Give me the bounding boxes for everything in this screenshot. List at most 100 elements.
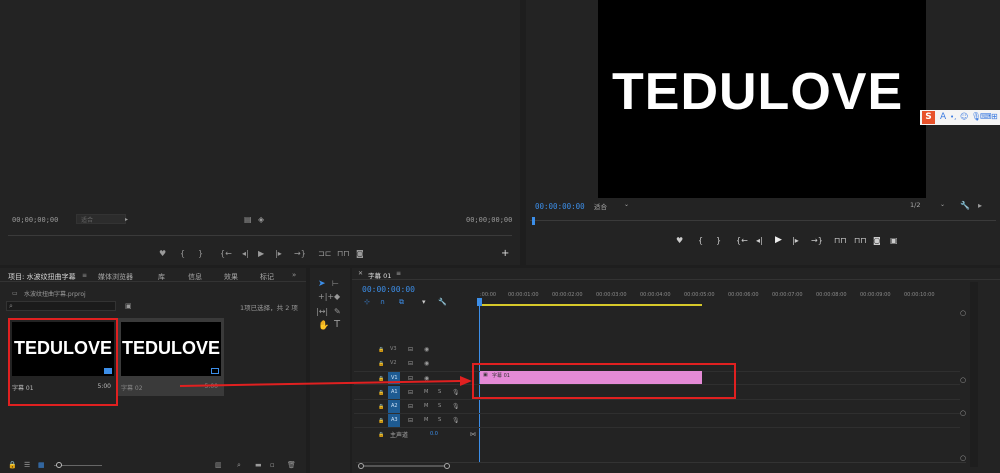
hand-tool-icon[interactable]: ✋ [318,322,329,331]
tab-sequence[interactable]: 字幕 01 [368,270,391,280]
track-solo-button[interactable]: S [438,389,441,395]
project-automate-icon[interactable]: ▥ [215,461,222,469]
track-lock-icon[interactable]: 🔒 [378,375,384,383]
track-eye-icon[interactable]: ◉ [424,346,429,354]
track-mute-button[interactable]: M [424,417,428,423]
ime-logo[interactable]: S [922,111,935,124]
project-item-2[interactable]: TEDULOVE 字幕 02 5:00 [118,318,224,396]
timeline-snap-icon[interactable]: ∩ [380,298,385,306]
timeline-scroll-bar[interactable] [364,465,444,467]
program-playhead[interactable] [532,217,535,225]
track-a3[interactable]: 🔒 A3 ⊟ M S 🎙 [354,414,960,428]
track-lock-icon[interactable]: 🔒 [378,403,384,411]
track-mic-icon[interactable]: 🎙 [452,403,460,411]
source-timecode-left[interactable]: 00;00;00;00 [12,216,58,224]
track-solo-button[interactable]: S [438,403,441,409]
program-go-to-out-icon[interactable]: →} [811,237,823,245]
track-master[interactable]: 🔒 主声道 0.0 ⋈ [354,428,960,442]
project-lock-icon[interactable]: 🔒 [8,461,17,469]
project-delete-icon[interactable]: 🗑 [287,461,296,469]
source-scrubber[interactable] [8,232,512,236]
source-go-to-out-icon[interactable]: →} [294,250,306,258]
tab-media-browser[interactable]: 媒体浏览器 [98,272,133,282]
project-new-bin-icon[interactable]: ▣ [125,302,132,310]
project-new-item-icon[interactable]: ▫ [270,461,275,469]
tab-info[interactable]: 信息 [188,272,202,282]
timeline-close-icon[interactable]: ✕ [358,270,363,277]
program-timecode[interactable]: 00:00:00:00 [535,202,585,211]
track-v3[interactable]: 🔒 V3 ⊟ ◉ [354,343,960,357]
source-insert-icon[interactable]: ⊐⊏ [318,250,331,258]
timeline-scroll-right-handle[interactable] [444,463,450,469]
program-scrubber[interactable] [530,217,996,230]
source-add-button-icon[interactable]: + [501,249,509,259]
master-track-jump-icon[interactable]: ⋈ [470,431,476,439]
source-export-frame-icon[interactable]: ◙ [356,250,364,258]
track-solo-button[interactable]: S [438,417,441,423]
ime-punct-icon[interactable]: •, [950,113,956,121]
program-marker-icon[interactable]: ♥ [676,237,683,245]
ime-grid-icon[interactable]: ⊞ [991,112,998,121]
track-mic-icon[interactable]: 🎙 [452,417,460,425]
timeline-playhead-handle[interactable] [477,298,482,306]
source-step-back-icon[interactable]: ◂| [242,250,249,258]
program-fit-dropdown[interactable]: 适合 ⌄ [594,201,636,211]
project-new-bin-bottom-icon[interactable]: ▬ [255,461,262,469]
timeline-add-marker-icon[interactable]: ▾ [422,298,426,306]
program-extract-icon[interactable]: ⊓⊓ [854,237,866,245]
timeline-settings-icon[interactable]: 🔧 [438,298,447,306]
track-eye-icon[interactable]: ◉ [424,360,429,368]
track-lock-icon[interactable]: 🔒 [378,360,384,368]
timeline-vscroll-foot-handle[interactable]: ○ [960,454,966,462]
project-tabs-overflow-icon[interactable]: » [292,271,296,279]
project-list-view-icon[interactable]: ☰ [24,461,30,469]
project-zoom-slider-handle[interactable] [56,462,62,468]
track-sync-icon[interactable]: ⊟ [408,389,413,397]
type-tool-icon[interactable]: T [334,320,340,330]
timeline-ruler[interactable]: :00:00 00:00:01:00 00:00:02:00 00:00:03:… [478,290,968,308]
program-out-point-icon[interactable]: } [716,237,721,245]
master-track-volume[interactable]: 0.0 [430,431,438,437]
project-search-input[interactable]: ⌕ [6,301,116,311]
timeline-nest-icon[interactable]: ⊹ [364,298,370,306]
program-compare-icon[interactable]: ▣ [890,237,898,245]
track-mic-icon[interactable]: 🎙 [452,389,460,397]
timeline-horizontal-scrollbar[interactable] [356,462,966,469]
project-find-icon[interactable]: ⌕ [237,461,241,469]
source-timecode-right[interactable]: 00;00;00;00 [466,216,512,224]
tab-library[interactable]: 库 [158,272,165,282]
track-lock-icon[interactable]: 🔒 [378,389,384,397]
source-settings-icon[interactable]: ▤ [244,216,252,224]
slip-tool-icon[interactable]: |↔| [316,308,328,316]
program-settings-wrench-icon[interactable]: 🔧 [960,202,970,210]
program-in-point-icon[interactable]: { [698,237,703,245]
project-zoom-slider[interactable] [54,462,102,468]
track-lock-icon[interactable]: 🔒 [378,431,384,439]
track-eye-icon[interactable]: ◉ [424,375,429,383]
source-step-forward-icon[interactable]: |▸ [275,250,282,258]
source-marker-icon[interactable]: ♥ [159,250,166,258]
timeline-linked-icon[interactable]: ⧉ [399,298,404,306]
timeline-vscroll-mid-handle[interactable]: ○ [960,376,966,384]
source-in-point-icon[interactable]: { [180,250,185,258]
source-go-to-in-icon[interactable]: {← [220,250,232,258]
program-go-to-in-icon[interactable]: {← [736,237,748,245]
track-a2[interactable]: 🔒 A2 ⊟ M S 🎙 [354,400,960,414]
ripple-edit-tool-icon[interactable]: +|+ [318,293,334,301]
tab-project[interactable]: 项目: 水波纹扭曲字幕 [8,272,76,282]
program-step-forward-icon[interactable]: |▸ [792,237,799,245]
tab-effects[interactable]: 效果 [224,272,238,282]
project-tab-menu-icon[interactable]: ≡ [82,272,87,280]
timeline-vertical-scrollbar[interactable] [970,282,978,467]
track-mute-button[interactable]: M [424,389,428,395]
ime-keyboard-icon[interactable]: ⌨ [980,112,992,121]
track-sync-icon[interactable]: ⊟ [408,375,413,383]
program-expand-icon[interactable]: ▸ [978,202,982,210]
program-resolution-dropdown[interactable]: 1/2 ⌄ [910,201,950,211]
track-select-tool-icon[interactable]: ⊢ [332,280,339,288]
program-export-frame-icon[interactable]: ◙ [873,237,881,245]
ime-toolbar[interactable]: S A •, ☺ 🎙 ⌨ ⊞ [920,110,1000,125]
ime-emoji-icon[interactable]: ☺ [960,112,968,121]
track-sync-icon[interactable]: ⊟ [408,346,413,354]
track-sync-icon[interactable]: ⊟ [408,417,413,425]
